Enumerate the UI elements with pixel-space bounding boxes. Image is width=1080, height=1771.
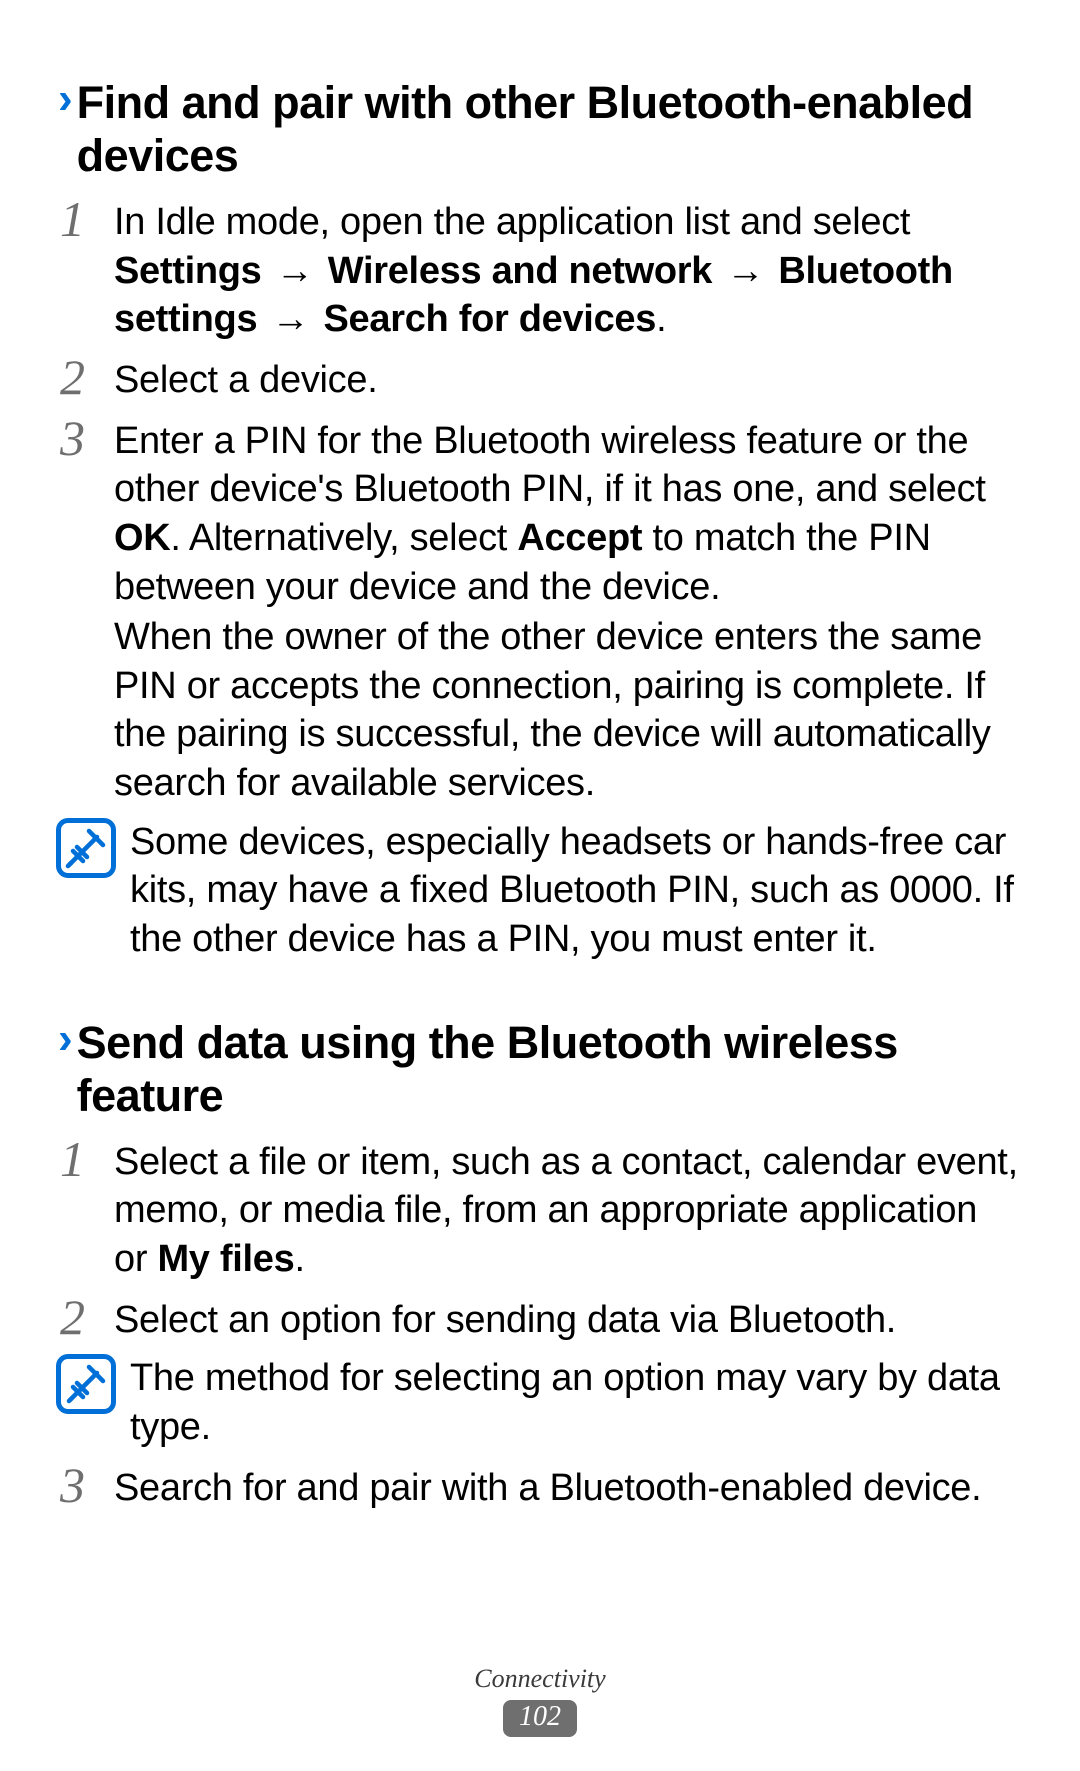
step-number: 3 [60, 1460, 114, 1510]
text: In Idle mode, open the application list … [114, 201, 910, 243]
note-text: Some devices, especially headsets or han… [130, 818, 1020, 964]
section-title: Find and pair with other Bluetooth-enabl… [77, 76, 1020, 182]
note-block: The method for selecting an option may v… [60, 1354, 1020, 1451]
chevron-icon: › [58, 76, 71, 122]
arrow-icon: → [257, 298, 323, 340]
step-1: 1 Select a file or item, such as a conta… [60, 1134, 1020, 1284]
step-body: Select a device. [114, 352, 1020, 405]
settings-label: Settings [114, 250, 262, 292]
step-number: 1 [60, 1134, 114, 1184]
paragraph: Enter a PIN for the Bluetooth wireless f… [114, 417, 1020, 612]
myfiles-label: My files [157, 1238, 294, 1280]
accept-label: Accept [517, 517, 642, 559]
step-body: In Idle mode, open the application list … [114, 194, 1020, 344]
note-text: The method for selecting an option may v… [130, 1354, 1020, 1451]
arrow-icon: → [712, 250, 778, 292]
section-heading-find-pair: › Find and pair with other Bluetooth-ena… [60, 76, 1020, 182]
step-3: 3 Search for and pair with a Bluetooth-e… [60, 1460, 1020, 1513]
step-number: 2 [60, 352, 114, 402]
text: . Alternatively, select [170, 517, 517, 559]
section-heading-send-data: › Send data using the Bluetooth wireless… [60, 1016, 1020, 1122]
text: Enter a PIN for the Bluetooth wireless f… [114, 420, 986, 511]
search-label: Search for devices [324, 298, 657, 340]
step-body: Enter a PIN for the Bluetooth wireless f… [114, 413, 1020, 808]
page-number-badge: 102 [503, 1700, 577, 1737]
step-3: 3 Enter a PIN for the Bluetooth wireless… [60, 413, 1020, 808]
note-icon [56, 1354, 116, 1414]
text: . [656, 298, 666, 340]
text: . [294, 1238, 304, 1280]
step-2: 2 Select an option for sending data via … [60, 1292, 1020, 1345]
step-number: 1 [60, 194, 114, 244]
step-1: 1 In Idle mode, open the application lis… [60, 194, 1020, 344]
paragraph: When the owner of the other device enter… [114, 613, 1020, 808]
page-footer: Connectivity 102 [0, 1664, 1080, 1737]
step-body: Search for and pair with a Bluetooth-ena… [114, 1460, 1020, 1513]
chevron-icon: › [58, 1016, 71, 1062]
note-icon [56, 818, 116, 878]
ok-label: OK [114, 517, 170, 559]
note-block: Some devices, especially headsets or han… [60, 818, 1020, 964]
step-2: 2 Select a device. [60, 352, 1020, 405]
step-number: 3 [60, 413, 114, 463]
step-number: 2 [60, 1292, 114, 1342]
wireless-label: Wireless and network [328, 250, 712, 292]
section-title: Send data using the Bluetooth wireless f… [77, 1016, 1020, 1122]
footer-section-label: Connectivity [0, 1664, 1080, 1694]
step-body: Select a file or item, such as a contact… [114, 1134, 1020, 1284]
page: › Find and pair with other Bluetooth-ena… [0, 0, 1080, 1771]
arrow-icon: → [272, 250, 328, 292]
step-body: Select an option for sending data via Bl… [114, 1292, 1020, 1345]
